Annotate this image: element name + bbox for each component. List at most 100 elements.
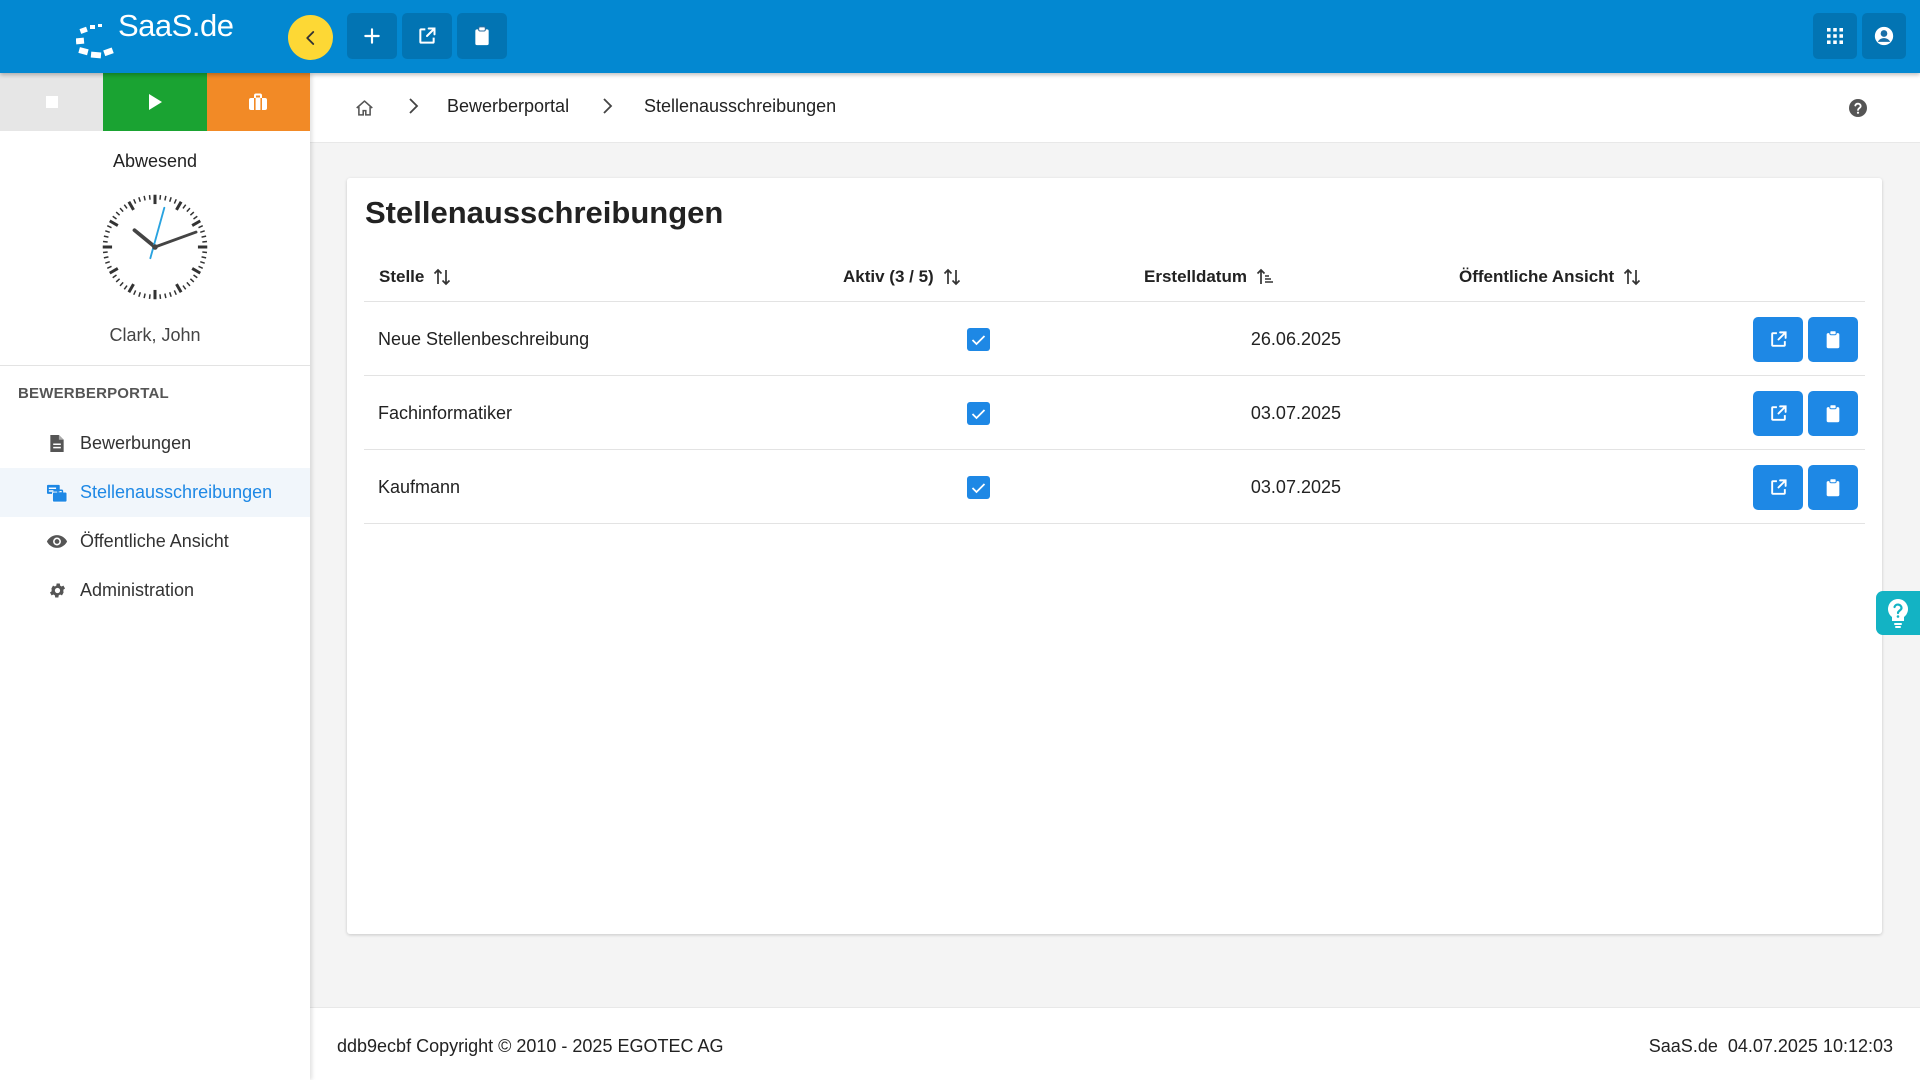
logo-swirl-icon [76, 24, 114, 59]
copy-link-button[interactable] [1808, 317, 1858, 362]
cell-stelle: Fachinformatiker [378, 403, 513, 423]
external-link-icon [1770, 479, 1787, 495]
stop-button[interactable] [0, 73, 104, 131]
aktiv-checkbox[interactable] [967, 476, 990, 499]
open-public-view-button[interactable] [1753, 391, 1803, 436]
checkmark-icon [971, 408, 986, 419]
sidebar: Abwesend Clark, John BEWERBERPORTAL Bewe… [0, 73, 310, 1080]
clock-tick [103, 256, 109, 259]
aktiv-checkbox[interactable] [967, 402, 990, 425]
column-header-label: Stelle [379, 267, 425, 286]
home-icon[interactable] [355, 99, 374, 117]
chevron-right-icon [603, 98, 613, 114]
aktiv-checkbox[interactable] [967, 328, 990, 351]
sidebar-item-label: Öffentliche Ansicht [80, 531, 229, 551]
clock-tick [164, 293, 167, 299]
copy-link-button[interactable] [1808, 391, 1858, 436]
table-row[interactable]: Kaufmann 03.07.2025 [364, 450, 1865, 524]
breadcrumb-item-bewerberportal[interactable]: Bewerberportal [447, 96, 569, 117]
checkmark-icon [971, 482, 986, 493]
checkmark-icon [971, 334, 986, 345]
page-title: Stellenausschreibungen [365, 195, 724, 230]
sidebar-nav: Bewerbungen Stellenausschreibungen Öffen… [0, 419, 310, 615]
clipboard-icon [1826, 404, 1840, 423]
status-buttons [0, 73, 310, 131]
play-icon [148, 94, 162, 110]
sidebar-item-administration[interactable]: Administration [0, 566, 310, 615]
clock-tick [201, 235, 207, 238]
column-header-oeffentliche-ansicht[interactable]: Öffentliche Ansicht [1459, 267, 1642, 287]
plus-icon [364, 28, 380, 44]
table-row[interactable]: Neue Stellenbeschreibung 26.06.2025 [364, 302, 1865, 376]
column-header-stelle[interactable]: Stelle [379, 267, 452, 287]
sidebar-item-stellenausschreibungen[interactable]: Stellenausschreibungen [0, 468, 310, 517]
document-icon [46, 433, 68, 455]
gear-icon [46, 580, 68, 602]
cell-erstelldatum: 26.06.2025 [1250, 329, 1341, 349]
footer-copyright: ddb9ecbf Copyright © 2010 - 2025 EGOTEC … [337, 1036, 724, 1056]
column-header-label: Erstelldatum [1144, 267, 1247, 286]
apps-grid-button[interactable] [1813, 13, 1857, 59]
column-header-erstelldatum[interactable]: Erstelldatum [1144, 267, 1275, 287]
chevron-right-icon [409, 98, 419, 114]
column-header-aktiv[interactable]: Aktiv (3 / 5) [843, 267, 962, 287]
help-tab[interactable] [1876, 591, 1920, 635]
external-link-icon [1770, 405, 1787, 421]
clipboard-icon [1826, 330, 1840, 349]
play-button[interactable] [103, 73, 207, 131]
break-button[interactable] [206, 73, 310, 131]
column-header-label: Öffentliche Ansicht [1459, 267, 1615, 286]
sort-icon [1624, 268, 1641, 286]
open-public-view-button[interactable] [1753, 317, 1803, 362]
sidebar-section-title: BEWERBERPORTAL [18, 385, 169, 402]
top-bar: SaaS.de [0, 0, 1920, 73]
lightbulb-question-icon [1888, 599, 1908, 628]
help-circle-icon[interactable] [1848, 98, 1868, 118]
collapse-sidebar-button[interactable] [288, 15, 333, 60]
clipboard-icon [1826, 478, 1840, 497]
sidebar-item-label: Bewerbungen [80, 433, 192, 453]
clock-tick [103, 235, 109, 238]
external-link-icon [419, 27, 436, 44]
copy-link-button[interactable] [1808, 465, 1858, 510]
clipboard-icon [475, 26, 489, 46]
job-postings-icon [46, 482, 68, 504]
job-postings-card: Stellenausschreibungen Stelle Aktiv (3 /… [347, 178, 1882, 934]
sidebar-item-label: Administration [80, 580, 195, 600]
sidebar-item-bewerbungen[interactable]: Bewerbungen [0, 419, 310, 468]
eye-icon [46, 531, 68, 553]
account-button[interactable] [1862, 13, 1906, 59]
clock-tick [143, 195, 146, 201]
presence-status: Abwesend [112, 151, 198, 171]
cell-stelle: Neue Stellenbeschreibung [378, 329, 590, 349]
breadcrumb: Bewerberportal Stellenausschreibungen [310, 73, 1920, 143]
account-circle-icon [1874, 26, 1894, 46]
sidebar-item-label: Stellenausschreibungen [80, 482, 273, 502]
analog-clock [100, 192, 210, 302]
open-external-button[interactable] [402, 13, 452, 59]
clock-tick [201, 256, 207, 259]
cell-erstelldatum: 03.07.2025 [1250, 403, 1341, 423]
clock-tick [143, 293, 146, 299]
column-header-label: Aktiv (3 / 5) [843, 267, 934, 286]
add-button[interactable] [347, 13, 397, 59]
chevron-left-icon [305, 30, 314, 45]
footer-timestamp: SaaS.de 04.07.2025 10:12:03 [1648, 1036, 1893, 1056]
clock-tick [164, 195, 167, 201]
stop-icon [45, 96, 58, 108]
open-public-view-button[interactable] [1753, 465, 1803, 510]
footer: ddb9ecbf Copyright © 2010 - 2025 EGOTEC … [310, 1007, 1920, 1080]
sidebar-item-oeffentliche-ansicht[interactable]: Öffentliche Ansicht [0, 517, 310, 566]
breadcrumb-item-current: Stellenausschreibungen [644, 96, 837, 116]
cell-erstelldatum: 03.07.2025 [1250, 477, 1341, 497]
cell-stelle: Kaufmann [378, 477, 461, 497]
table-row[interactable]: Fachinformatiker 03.07.2025 [364, 376, 1865, 450]
clipboard-button[interactable] [457, 13, 507, 59]
sort-ascending-icon [1256, 268, 1273, 284]
external-link-icon [1770, 331, 1787, 347]
saas-logo[interactable]: SaaS.de [76, 6, 246, 64]
user-name: Clark, John [109, 325, 201, 345]
sort-icon [943, 268, 960, 286]
sort-icon [434, 268, 451, 286]
apps-grid-icon [1827, 28, 1843, 44]
